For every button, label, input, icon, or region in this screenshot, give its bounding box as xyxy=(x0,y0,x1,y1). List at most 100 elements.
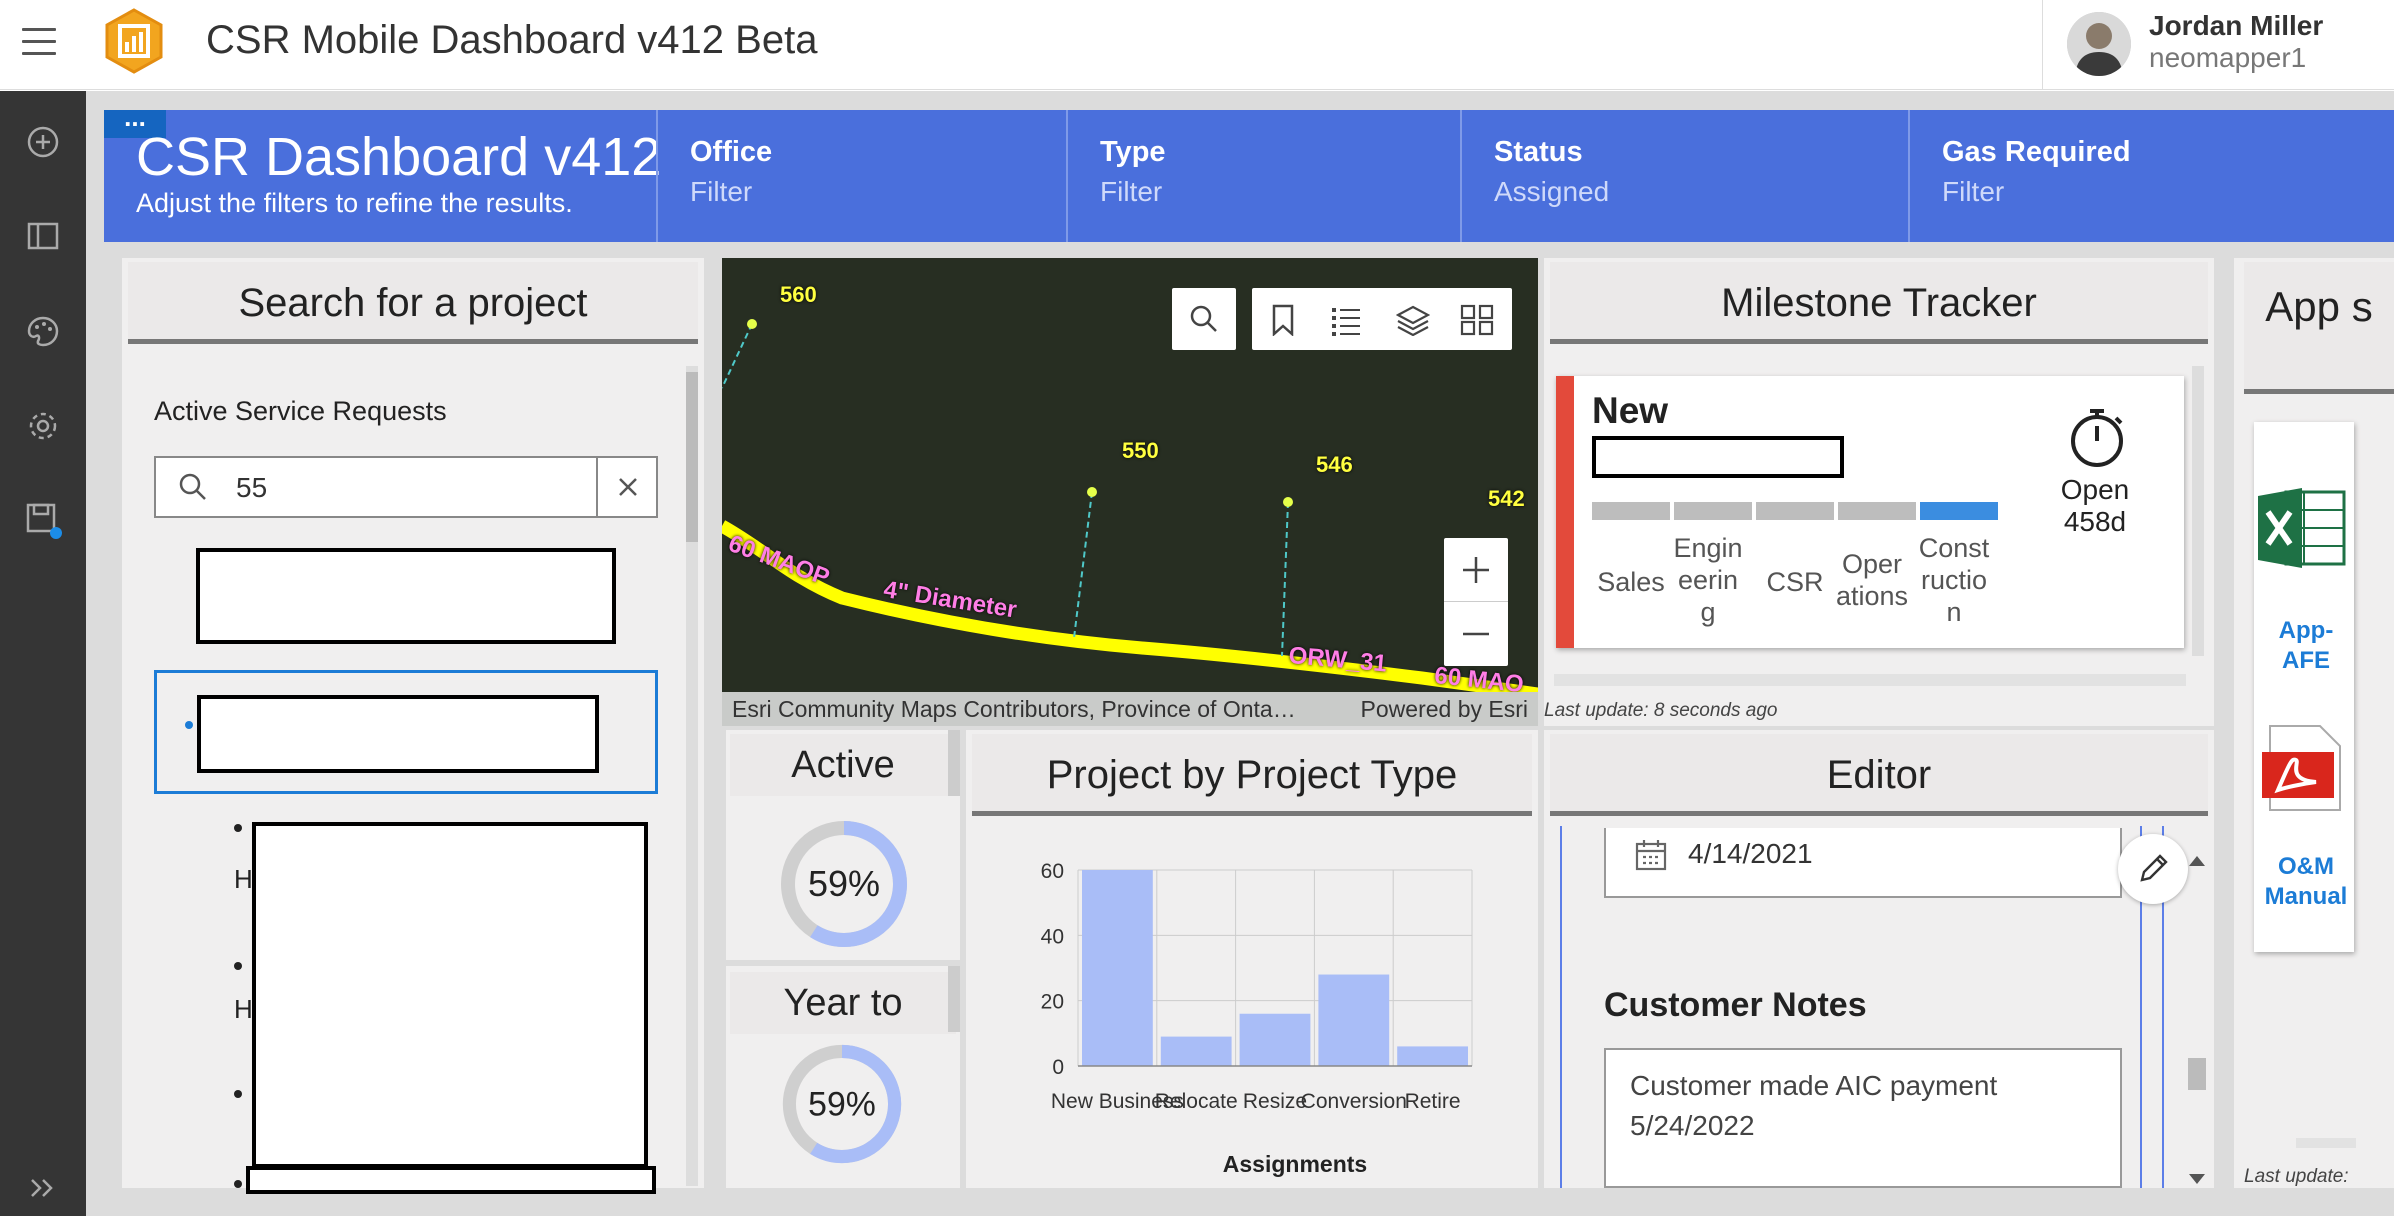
filter-value: Filter xyxy=(1100,176,1163,207)
avatar[interactable] xyxy=(2067,12,2131,76)
zoom-out-button[interactable] xyxy=(1444,602,1508,666)
app-link-label[interactable]: App-AFE xyxy=(2258,616,2354,676)
search-input[interactable]: 55 xyxy=(154,456,658,518)
list-item-content xyxy=(197,695,599,773)
bar[interactable] xyxy=(1397,1046,1468,1066)
list-bullet xyxy=(234,1180,242,1188)
map-attribution[interactable]: Esri Community Maps Contributors, Provin… xyxy=(722,692,1538,726)
app-link-label[interactable]: O&M Manual xyxy=(2258,852,2354,912)
filter-value: Filter xyxy=(1942,176,2005,207)
stage-label: Oper ations xyxy=(1836,549,1909,611)
stage-bar-csr xyxy=(1756,502,1834,520)
layout-icon[interactable] xyxy=(20,213,66,259)
filter-label: Status xyxy=(1494,136,1583,168)
milestone-card[interactable]: New Sales Engin eerin g CSR Oper ations … xyxy=(1556,376,2184,648)
legend-icon[interactable] xyxy=(1330,304,1362,336)
bar[interactable] xyxy=(1318,974,1390,1066)
basemap-gallery-icon[interactable] xyxy=(1460,304,1494,336)
horizontal-scrollbar[interactable] xyxy=(2296,1138,2356,1148)
attribution-text: Esri Community Maps Contributors, Provin… xyxy=(732,696,1296,722)
stage-bar-operations xyxy=(1838,502,1916,520)
map-point-label: 542 xyxy=(1488,486,1525,511)
editor-panel: Editor 4/14/2021 Customer Notes Customer… xyxy=(1544,730,2214,1188)
bar[interactable] xyxy=(1239,1013,1311,1066)
zoom-in-button[interactable] xyxy=(1444,538,1508,602)
list-bullet xyxy=(234,1090,242,1098)
scrollbar[interactable] xyxy=(948,730,960,796)
milestone-title: Milestone Tracker xyxy=(1550,262,2208,344)
map-point-546[interactable] xyxy=(1283,497,1293,507)
settings-icon[interactable] xyxy=(20,403,66,449)
y-tick-label: 0 xyxy=(1052,1056,1064,1079)
hamburger-menu-icon[interactable] xyxy=(22,28,56,56)
map-point-550[interactable] xyxy=(1087,487,1097,497)
bar[interactable] xyxy=(1082,870,1153,1066)
map-point-560[interactable] xyxy=(747,319,757,329)
scrollbar[interactable] xyxy=(2184,840,2210,1190)
x-tick-label: Relocate xyxy=(1155,1090,1238,1113)
filter-label: Type xyxy=(1100,136,1166,168)
layers-icon[interactable] xyxy=(1396,304,1430,336)
list-bullet xyxy=(234,824,242,832)
scrollbar[interactable] xyxy=(948,966,960,1032)
last-update-text: Last update: 8 seconds ago xyxy=(1544,700,1778,721)
list-item-selected[interactable] xyxy=(154,670,658,794)
top-bar: CSR Mobile Dashboard v412 Beta Jordan Mi… xyxy=(0,0,2394,90)
filter-label: Gas Required xyxy=(1942,136,2131,168)
stage-label: Sales xyxy=(1597,567,1665,597)
redacted-project-id xyxy=(1592,436,1844,478)
bar[interactable] xyxy=(1160,1036,1232,1066)
scrollbar[interactable] xyxy=(2192,366,2204,656)
pdf-icon[interactable] xyxy=(2260,722,2344,814)
add-icon[interactable] xyxy=(20,119,66,165)
filter-status[interactable]: Status Assigned xyxy=(1460,110,1908,242)
editor-title: Editor xyxy=(1550,734,2208,816)
list-item[interactable] xyxy=(196,548,616,644)
customer-notes-field[interactable]: Customer made AIC payment 5/24/2022 xyxy=(1604,1048,2122,1188)
date-field[interactable]: 4/14/2021 xyxy=(1604,828,2122,898)
clear-search-button[interactable] xyxy=(596,458,658,516)
filter-office[interactable]: Office Filter xyxy=(656,110,1066,242)
list-item-content[interactable] xyxy=(252,822,648,1168)
active-kpi-panel: Active 59% xyxy=(726,730,960,960)
stage-bar-sales xyxy=(1592,502,1670,520)
last-update-text: Last update: xyxy=(2244,1166,2349,1187)
apps-title: App s xyxy=(2244,262,2394,394)
theme-icon[interactable] xyxy=(20,308,66,354)
list-bullet xyxy=(185,721,193,729)
map-toolbar xyxy=(1252,288,1512,350)
edit-button[interactable] xyxy=(2118,834,2188,904)
list-fragment: H xyxy=(234,994,253,1024)
ytd-donut-gauge: 59% xyxy=(782,1044,902,1164)
apps-list: App-AFE O&M Manual xyxy=(2254,422,2354,952)
search-icon xyxy=(1190,305,1217,332)
milestone-status: New xyxy=(1592,390,1669,431)
project-type-chart-panel: Project by Project Type 0 20 40 60 New Busin… xyxy=(966,730,1538,1188)
map-search-button[interactable] xyxy=(1172,288,1236,350)
app-logo xyxy=(103,8,165,74)
bookmark-icon[interactable] xyxy=(1270,304,1296,336)
milestone-panel: Milestone Tracker New Sales Engin eerin … xyxy=(1544,258,2214,726)
map-view[interactable]: 560 550 546 542 60 MAOP 4" Diameter ORW_… xyxy=(722,258,1538,726)
stage-label: Const ructio n xyxy=(1918,533,1990,627)
double-chevron-right-icon[interactable] xyxy=(20,1165,66,1211)
x-tick-label: Resize xyxy=(1243,1090,1307,1113)
y-tick-label: 20 xyxy=(1041,991,1064,1014)
bar-chart[interactable]: 0204060New BusinessRelocate ResizeConvers… xyxy=(966,826,1538,1188)
kpi-title: Active xyxy=(730,734,956,796)
save-icon[interactable] xyxy=(20,497,66,543)
stopwatch-icon xyxy=(2071,409,2123,467)
excel-icon[interactable] xyxy=(2256,486,2348,570)
user-menu[interactable]: Jordan Miller neomapper1 xyxy=(2042,0,2394,90)
sidebar xyxy=(0,91,86,1216)
horizontal-scrollbar[interactable] xyxy=(1554,674,2186,686)
scrollbar[interactable] xyxy=(686,366,698,1186)
list-item-content[interactable] xyxy=(246,1166,656,1194)
filter-gas-required[interactable]: Gas Required Filter xyxy=(1908,110,2394,242)
filter-type[interactable]: Type Filter xyxy=(1066,110,1460,242)
search-panel-title: Search for a project xyxy=(128,262,698,344)
stage-label: CSR xyxy=(1766,567,1824,597)
active-donut-gauge: 59% xyxy=(781,821,907,947)
search-panel: Search for a project Active Service Requ… xyxy=(122,258,704,1194)
user-id: neomapper1 xyxy=(2149,42,2307,73)
